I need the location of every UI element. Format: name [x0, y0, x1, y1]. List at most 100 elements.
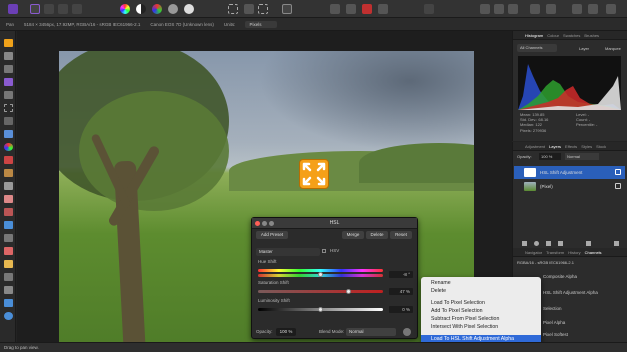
text-tool-icon[interactable] — [4, 286, 13, 294]
hue-shift-value[interactable]: -8 ° — [389, 271, 413, 278]
channel-row[interactable]: Composite Alpha — [543, 274, 577, 279]
hue-shift-knob[interactable] — [318, 272, 323, 277]
dodge-brush-icon[interactable] — [4, 182, 13, 190]
reset-button[interactable]: Reset — [390, 231, 412, 239]
pen-tool-icon[interactable] — [4, 273, 13, 281]
tab-effects[interactable]: Effects — [565, 142, 577, 150]
tab-channels[interactable]: Channels — [585, 248, 602, 256]
red-eye-icon[interactable] — [362, 4, 372, 14]
merge-button[interactable]: Merge — [342, 231, 364, 239]
snapping-icon[interactable] — [346, 4, 356, 14]
hsl-icon[interactable] — [184, 4, 194, 14]
maximize-icon[interactable] — [269, 221, 274, 226]
menu-item[interactable]: Subtract From Pixel Selection — [421, 315, 541, 323]
sponge-brush-icon[interactable] — [4, 247, 13, 255]
add-preset-button[interactable]: Add Preset — [256, 231, 288, 239]
menu-item[interactable]: Load To Pixel Selection — [421, 299, 541, 307]
saturation-shift-slider[interactable] — [258, 290, 383, 293]
tab-colour[interactable]: Colour — [547, 31, 559, 39]
rotate-cw-icon[interactable] — [588, 4, 598, 14]
levels-icon[interactable] — [168, 4, 178, 14]
menu-item[interactable]: Add To Pixel Selection — [421, 307, 541, 315]
auto-levels-icon[interactable] — [424, 4, 434, 14]
flood-select-icon[interactable] — [4, 91, 13, 99]
layer-blend-select[interactable]: Normal — [565, 153, 599, 160]
develop-persona-icon[interactable] — [44, 4, 54, 14]
zoom-tool-icon[interactable] — [4, 312, 13, 320]
tab-layers[interactable]: Layers — [549, 142, 561, 150]
layer-visibility-checkbox[interactable] — [615, 183, 621, 189]
tone-mapping-persona-icon[interactable] — [58, 4, 68, 14]
channel-row[interactable]: Pixel Softest — [543, 332, 568, 337]
colour-picker-icon[interactable] — [4, 143, 13, 151]
hsv-checkbox[interactable] — [322, 249, 326, 253]
liquify-persona-icon[interactable] — [30, 4, 40, 14]
rotate-icon[interactable] — [546, 4, 556, 14]
selection-refine-icon[interactable] — [258, 4, 268, 14]
paint-brush-icon[interactable] — [4, 156, 13, 164]
adjustment-icon[interactable] — [546, 241, 551, 246]
layer-row-pixel[interactable]: (Pixel) — [514, 180, 625, 193]
mask-icon[interactable] — [534, 241, 539, 246]
tab-brushes[interactable]: Brushes — [584, 31, 599, 39]
units-select[interactable]: Pixels — [245, 20, 278, 28]
fx-icon[interactable] — [558, 241, 563, 246]
channel-row[interactable]: Pixel Alpha — [543, 320, 565, 325]
marquee-tool-icon[interactable] — [4, 104, 13, 112]
menu-item[interactable]: Rename — [421, 279, 541, 287]
freehand-select-icon[interactable] — [4, 117, 13, 125]
group-icon[interactable] — [586, 241, 591, 246]
smudge-brush-icon[interactable] — [4, 234, 13, 242]
layer-add-icon[interactable] — [522, 241, 527, 246]
layer-opacity-field[interactable]: 100 % — [539, 153, 561, 160]
tab-history[interactable]: History — [568, 248, 580, 256]
tab-transform[interactable]: Transform — [546, 248, 564, 256]
layer-row-hsl[interactable]: HSL Shift Adjustment — [514, 166, 625, 179]
contrast-icon[interactable] — [136, 4, 146, 14]
channel-select[interactable]: All Channels — [517, 44, 557, 52]
mirror-icon[interactable] — [530, 4, 540, 14]
affinity-photo-logo-icon[interactable] — [8, 4, 18, 14]
erase-brush-icon[interactable] — [4, 195, 13, 203]
tab-adjustment[interactable]: Adjustment — [525, 142, 545, 150]
opacity-field[interactable]: 100 % — [276, 328, 296, 336]
close-icon[interactable] — [255, 221, 260, 226]
marquee-checkbox-label[interactable]: Marquee — [605, 46, 621, 51]
inpainting-brush-icon[interactable] — [4, 208, 13, 216]
selection-brush-icon[interactable] — [4, 78, 13, 86]
order-front-icon[interactable] — [508, 4, 518, 14]
menu-item[interactable]: Delete — [421, 287, 541, 295]
saturation-shift-knob[interactable] — [346, 289, 351, 294]
marquee-rect-icon[interactable] — [228, 4, 238, 14]
tab-styles[interactable]: Styles — [581, 142, 592, 150]
order-back-icon[interactable] — [494, 4, 504, 14]
move-handle-icon[interactable] — [299, 159, 329, 189]
assistant-icon[interactable] — [330, 4, 340, 14]
crop-tool-icon[interactable] — [4, 65, 13, 73]
luminosity-shift-knob[interactable] — [318, 307, 323, 312]
layer-checkbox-label[interactable]: Layer — [579, 46, 589, 51]
channel-row[interactable]: Selection — [543, 306, 562, 311]
quick-mask-icon[interactable] — [282, 4, 292, 14]
colour-wheel-icon[interactable] — [120, 4, 130, 14]
straighten-icon[interactable] — [378, 4, 388, 14]
flood-fill-icon[interactable] — [4, 130, 13, 138]
channel-row[interactable]: HSL Shift Adjustment Alpha — [543, 290, 598, 295]
move-tool-icon[interactable] — [4, 39, 13, 47]
flip-icon[interactable] — [606, 4, 616, 14]
saturation-shift-value[interactable]: 47 % — [389, 288, 413, 295]
minimize-icon[interactable] — [262, 221, 267, 226]
tab-swatches[interactable]: Swatches — [563, 31, 580, 39]
gradient-tool-icon[interactable] — [4, 260, 13, 268]
clone-brush-icon[interactable] — [4, 169, 13, 177]
tab-navigator[interactable]: Navigator — [525, 248, 542, 256]
trash-icon[interactable] — [614, 241, 619, 246]
shape-tool-icon[interactable] — [4, 299, 13, 307]
arrange-icon[interactable] — [480, 4, 490, 14]
rotate-ccw-icon[interactable] — [572, 4, 582, 14]
view-tool-icon[interactable] — [4, 52, 13, 60]
layer-visibility-checkbox[interactable] — [615, 169, 621, 175]
preset-select[interactable]: Master — [256, 248, 320, 256]
menu-item[interactable]: Intersect With Pixel Selection — [421, 323, 541, 331]
tab-stock[interactable]: Stock — [596, 142, 606, 150]
